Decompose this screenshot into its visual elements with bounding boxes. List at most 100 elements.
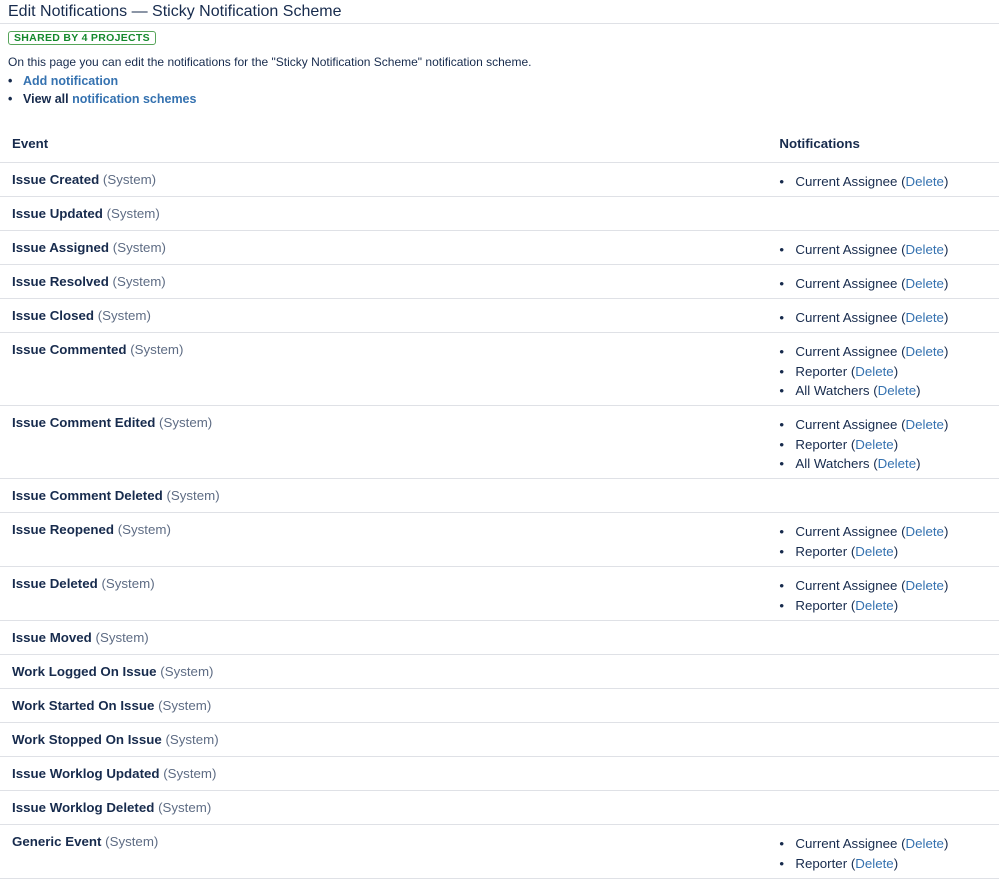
delete-link[interactable]: Delete [906, 524, 944, 539]
event-type: (System) [163, 766, 217, 781]
event-name: Work Stopped On Issue [12, 732, 162, 747]
event-cell: Issue Worklog Updated (System) [0, 756, 768, 791]
notification-item: Current Assignee (Delete) [779, 240, 987, 260]
notifications-cell: Current Assignee (Delete) [767, 162, 999, 197]
notification-recipient: Current Assignee [795, 524, 898, 539]
notification-list: Current Assignee (Delete)Reporter (Delet… [779, 415, 987, 474]
delete-link[interactable]: Delete [906, 276, 944, 291]
view-all-label: View all [23, 92, 69, 106]
event-cell: Issue Comment Deleted (System) [0, 478, 768, 513]
delete-link[interactable]: Delete [855, 544, 893, 559]
delete-link[interactable]: Delete [878, 383, 916, 398]
delete-link[interactable]: Delete [906, 310, 944, 325]
event-name: Issue Created [12, 172, 100, 187]
event-type: (System) [106, 206, 160, 221]
event-name: Issue Worklog Deleted [12, 800, 155, 815]
event-cell: Issue Deleted (System) [0, 566, 768, 621]
event-name: Issue Worklog Updated [12, 766, 160, 781]
event-name: Issue Moved [12, 630, 92, 645]
notifications-column-header: Notifications [767, 125, 999, 163]
notification-recipient: Current Assignee [795, 242, 898, 257]
notification-item: Current Assignee (Delete) [779, 576, 987, 596]
shared-projects-badge[interactable]: SHARED BY 4 PROJECTS [8, 31, 156, 45]
delete-link[interactable]: Delete [906, 578, 944, 593]
event-cell: Issue Closed (System) [0, 298, 768, 333]
table-row: Work Stopped On Issue (System) [0, 722, 999, 757]
badge-row: SHARED BY 4 PROJECTS [0, 24, 999, 45]
event-name: Issue Updated [12, 206, 103, 221]
notifications-cell [767, 756, 999, 791]
event-type: (System) [117, 522, 171, 537]
table-row: Issue Comment Deleted (System) [0, 478, 999, 513]
notification-list: Current Assignee (Delete) [779, 274, 987, 294]
event-type: (System) [160, 664, 214, 679]
notifications-cell [767, 688, 999, 723]
event-type: (System) [165, 732, 219, 747]
table-row: Issue Assigned (System) Current Assignee … [0, 230, 999, 265]
delete-link[interactable]: Delete [906, 242, 944, 257]
table-row: Issue Updated (System) [0, 196, 999, 231]
notification-scheme-page: Edit Notifications — Sticky Notification… [0, 0, 999, 879]
event-name: Work Started On Issue [12, 698, 155, 713]
event-cell: Issue Created (System) [0, 162, 768, 197]
event-type: (System) [112, 274, 166, 289]
event-name: Issue Closed [12, 308, 95, 323]
notification-list: Current Assignee (Delete) [779, 308, 987, 328]
notification-list: Current Assignee (Delete)Reporter (Delet… [779, 834, 987, 873]
event-cell: Issue Comment Edited (System) [0, 405, 768, 479]
event-name: Issue Commented [12, 342, 127, 357]
notification-list: Current Assignee (Delete) [779, 172, 987, 192]
delete-link[interactable]: Delete [855, 364, 893, 379]
event-cell: Work Started On Issue (System) [0, 688, 768, 723]
event-cell: Work Logged On Issue (System) [0, 654, 768, 689]
notification-list: Current Assignee (Delete) [779, 240, 987, 260]
event-name: Issue Resolved [12, 274, 109, 289]
delete-link[interactable]: Delete [906, 174, 944, 189]
action-links: Add notification View all notification s… [0, 72, 999, 108]
event-type: (System) [105, 834, 159, 849]
delete-link[interactable]: Delete [855, 437, 893, 452]
intro-text: On this page you can edit the notificati… [8, 55, 532, 69]
event-name: Issue Comment Deleted [12, 488, 163, 503]
delete-link[interactable]: Delete [906, 836, 944, 851]
table-row: Work Started On Issue (System) [0, 688, 999, 723]
delete-link[interactable]: Delete [906, 344, 944, 359]
notifications-cell [767, 790, 999, 825]
add-notification-link[interactable]: Add notification [23, 74, 118, 88]
notifications-cell [767, 722, 999, 757]
delete-link[interactable]: Delete [906, 417, 944, 432]
notification-list: Current Assignee (Delete)Reporter (Delet… [779, 576, 987, 615]
notification-item: Reporter (Delete) [779, 435, 987, 455]
delete-link[interactable]: Delete [855, 598, 893, 613]
event-cell: Issue Updated (System) [0, 196, 768, 231]
event-name: Issue Deleted [12, 576, 98, 591]
notification-item: Reporter (Delete) [779, 362, 987, 382]
event-cell: Issue Resolved (System) [0, 264, 768, 299]
notification-item: Current Assignee (Delete) [779, 342, 987, 362]
notification-recipient: Reporter [795, 597, 848, 613]
event-type: (System) [158, 800, 212, 815]
table-row: Issue Worklog Deleted (System) [0, 790, 999, 825]
notification-recipient: Current Assignee [795, 310, 898, 325]
event-type: (System) [95, 630, 149, 645]
event-cell: Issue Worklog Deleted (System) [0, 790, 768, 825]
notifications-cell: Current Assignee (Delete)Reporter (Delet… [767, 332, 999, 406]
event-cell: Issue Commented (System) [0, 332, 768, 406]
table-row: Issue Commented (System)Current Assignee… [0, 332, 999, 406]
notifications-cell: Current Assignee (Delete)Reporter (Delet… [767, 405, 999, 479]
notification-item: Current Assignee (Delete) [779, 415, 987, 435]
event-name: Issue Assigned [12, 240, 110, 255]
event-cell: Issue Moved (System) [0, 620, 768, 655]
add-notification-item: Add notification [8, 72, 999, 90]
notification-list: Current Assignee (Delete)Reporter (Delet… [779, 342, 987, 401]
table-row: Issue Closed (System) Current Assignee (D… [0, 298, 999, 333]
delete-link[interactable]: Delete [855, 856, 893, 871]
event-name: Generic Event [12, 834, 102, 849]
table-header-row: Event Notifications [0, 125, 999, 163]
notification-recipient: All Watchers [795, 383, 870, 398]
delete-link[interactable]: Delete [878, 456, 916, 471]
event-column-header: Event [0, 125, 768, 163]
notification-schemes-link[interactable]: notification schemes [72, 92, 196, 106]
notification-item: Reporter (Delete) [779, 854, 987, 874]
event-type: (System) [166, 488, 220, 503]
